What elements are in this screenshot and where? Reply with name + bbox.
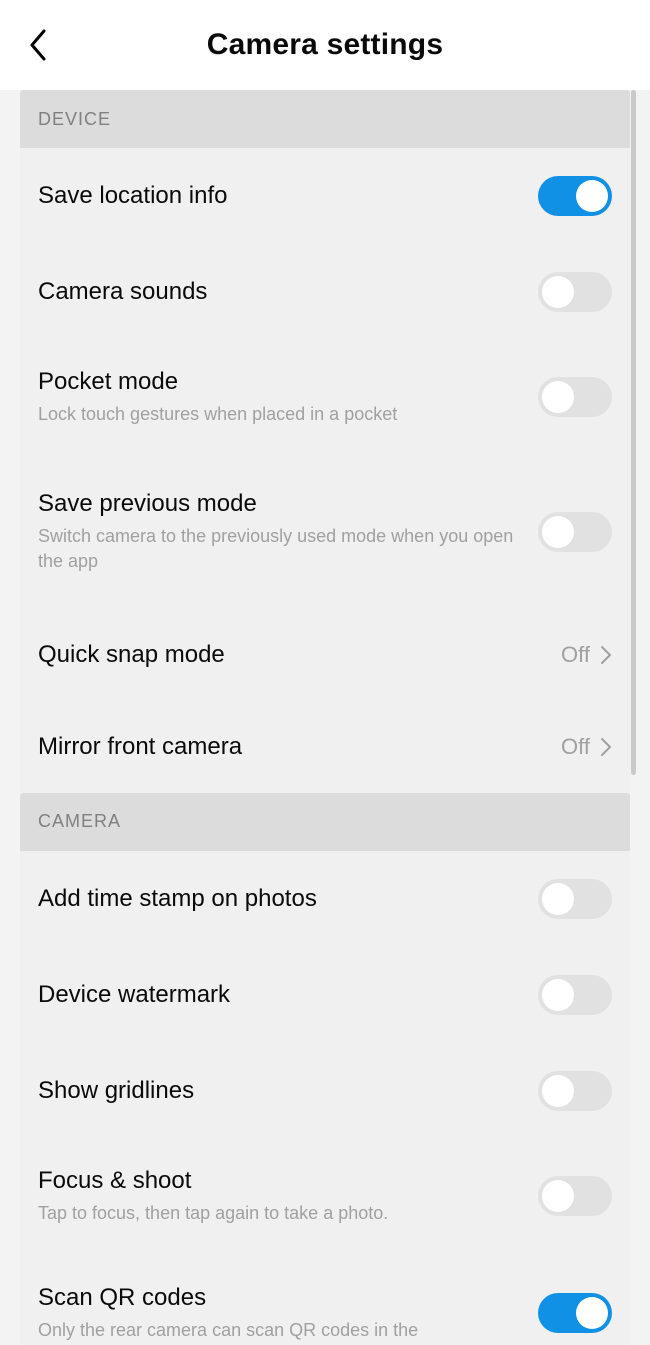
row-quick-snap-mode[interactable]: Quick snap mode Off [20,609,630,701]
chevron-left-icon [28,29,48,61]
section-header-label: CAMERA [38,811,121,832]
row-value: Off [561,642,590,668]
row-mirror-front-camera[interactable]: Mirror front camera Off [20,701,630,793]
row-title: Focus & shoot [38,1167,524,1195]
section-header-camera: CAMERA [20,793,630,851]
row-focus-shoot[interactable]: Focus & shoot Tap to focus, then tap aga… [20,1139,630,1253]
chevron-right-icon [600,737,612,757]
toggle-time-stamp[interactable] [538,879,612,919]
toggle-show-gridlines[interactable] [538,1071,612,1111]
row-subtitle: Only the rear camera can scan QR codes i… [38,1318,524,1342]
section-header-label: DEVICE [38,109,111,130]
row-title: Camera sounds [38,278,524,306]
row-title: Show gridlines [38,1077,524,1105]
settings-list-device: Save location info Camera sounds Pocket … [20,148,630,793]
row-scan-qr-codes[interactable]: Scan QR codes Only the rear camera can s… [20,1253,630,1345]
settings-list-camera: Add time stamp on photos Device watermar… [20,851,630,1345]
row-show-gridlines[interactable]: Show gridlines [20,1043,630,1139]
row-subtitle: Switch camera to the previously used mod… [38,524,524,573]
row-title: Mirror front camera [38,733,547,761]
row-title: Scan QR codes [38,1284,524,1312]
row-subtitle: Tap to focus, then tap again to take a p… [38,1201,524,1225]
toggle-save-previous-mode[interactable] [538,512,612,552]
row-time-stamp[interactable]: Add time stamp on photos [20,851,630,947]
scroll-track[interactable] [631,90,636,775]
row-save-location[interactable]: Save location info [20,148,630,244]
row-save-previous-mode[interactable]: Save previous mode Switch camera to the … [20,454,630,609]
toggle-save-location[interactable] [538,176,612,216]
toggle-pocket-mode[interactable] [538,377,612,417]
toggle-device-watermark[interactable] [538,975,612,1015]
row-title: Add time stamp on photos [38,885,524,913]
row-title: Quick snap mode [38,641,547,669]
toggle-camera-sounds[interactable] [538,272,612,312]
toggle-focus-shoot[interactable] [538,1176,612,1216]
row-value: Off [561,734,590,760]
header: Camera settings [0,0,650,90]
row-title: Device watermark [38,981,524,1009]
row-title: Pocket mode [38,368,524,396]
page-title: Camera settings [58,28,592,62]
row-pocket-mode[interactable]: Pocket mode Lock touch gestures when pla… [20,340,630,454]
row-title: Save previous mode [38,490,524,518]
chevron-right-icon [600,645,612,665]
section-header-device: DEVICE [20,90,630,148]
row-camera-sounds[interactable]: Camera sounds [20,244,630,340]
row-subtitle: Lock touch gestures when placed in a poc… [38,402,524,426]
toggle-scan-qr-codes[interactable] [538,1293,612,1333]
back-button[interactable] [18,25,58,65]
row-title: Save location info [38,182,524,210]
row-device-watermark[interactable]: Device watermark [20,947,630,1043]
